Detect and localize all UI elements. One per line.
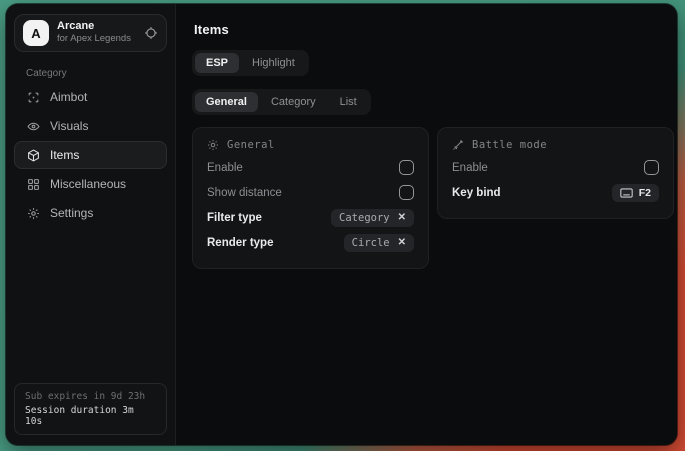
- setting-row-render-type: Render type Circle ✕: [207, 230, 414, 255]
- setting-row-show-distance: Show distance: [207, 180, 414, 205]
- setting-row-key-bind: Key bind F2: [452, 180, 659, 205]
- tab-esp[interactable]: ESP: [195, 53, 239, 73]
- filter-type-select[interactable]: Category ✕: [331, 209, 414, 227]
- session-duration-text: Session duration 3m 10s: [25, 405, 156, 427]
- grid-icon: [27, 178, 40, 191]
- general-panel: General Enable Show distance Filter type…: [192, 127, 429, 269]
- setting-row-enable: Enable: [207, 155, 414, 180]
- sidebar-item-miscellaneous[interactable]: Miscellaneous: [14, 170, 167, 198]
- package-icon: [27, 149, 40, 162]
- battle-enable-checkbox[interactable]: [644, 160, 659, 175]
- close-icon[interactable]: ✕: [398, 212, 406, 223]
- render-type-value: Circle: [352, 237, 390, 249]
- show-distance-checkbox[interactable]: [399, 185, 414, 200]
- battle-mode-panel: Battle mode Enable Key bind: [437, 127, 674, 219]
- target-icon[interactable]: [144, 26, 158, 40]
- render-type-select[interactable]: Circle ✕: [344, 234, 414, 252]
- setting-label: Key bind: [452, 187, 501, 199]
- sidebar-item-aimbot[interactable]: Aimbot: [14, 83, 167, 111]
- subscription-info-card: Sub expires in 9d 23h Session duration 3…: [14, 383, 167, 435]
- filter-type-value: Category: [339, 212, 390, 224]
- app-title: Arcane: [57, 20, 136, 33]
- setting-label: Filter type: [207, 212, 262, 224]
- sun-icon: [207, 139, 219, 151]
- keyboard-icon: [620, 188, 633, 198]
- app-subtitle: for Apex Legends: [57, 33, 136, 45]
- setting-label: Enable: [452, 162, 488, 174]
- sidebar-item-label: Miscellaneous: [50, 177, 126, 191]
- setting-row-filter-type: Filter type Category ✕: [207, 205, 414, 230]
- tab-general[interactable]: General: [195, 92, 258, 112]
- panel-title: General: [227, 139, 275, 151]
- enable-checkbox[interactable]: [399, 160, 414, 175]
- sub-expires-text: Sub expires in 9d 23h: [25, 391, 156, 402]
- key-bind-value: F2: [639, 187, 651, 199]
- sidebar-item-label: Items: [50, 148, 79, 162]
- app-logo: A: [23, 20, 49, 46]
- sword-icon: [452, 139, 464, 151]
- tab-highlight[interactable]: Highlight: [241, 53, 306, 73]
- sidebar-header-card: A Arcane for Apex Legends: [14, 14, 167, 52]
- sidebar-item-items[interactable]: Items: [14, 141, 167, 169]
- category-label: Category: [26, 68, 167, 79]
- general-panel-header: General: [207, 139, 414, 151]
- app-window: A Arcane for Apex Legends Category: [6, 4, 677, 445]
- crosshair-icon: [27, 91, 40, 104]
- sidebar-item-label: Visuals: [50, 119, 88, 133]
- panel-title: Battle mode: [472, 139, 547, 151]
- setting-label: Show distance: [207, 187, 282, 199]
- sidebar-item-settings[interactable]: Settings: [14, 199, 167, 227]
- key-bind-button[interactable]: F2: [612, 184, 659, 202]
- eye-icon: [27, 120, 40, 133]
- sidebar-item-label: Aimbot: [50, 90, 87, 104]
- sidebar-nav: Aimbot Visuals Items: [14, 83, 167, 227]
- main-content: Items ESP Highlight General Category Lis…: [176, 4, 677, 445]
- panels-row: General Enable Show distance Filter type…: [192, 127, 674, 269]
- battle-mode-panel-header: Battle mode: [452, 139, 659, 151]
- page-title: Items: [194, 22, 674, 37]
- setting-label: Enable: [207, 162, 243, 174]
- setting-label: Render type: [207, 237, 273, 249]
- sidebar: A Arcane for Apex Legends Category: [6, 4, 176, 445]
- sidebar-item-visuals[interactable]: Visuals: [14, 112, 167, 140]
- close-icon[interactable]: ✕: [398, 237, 406, 248]
- view-tabbar: General Category List: [192, 89, 371, 115]
- setting-row-enable: Enable: [452, 155, 659, 180]
- gear-icon: [27, 207, 40, 220]
- tab-category[interactable]: Category: [260, 92, 327, 112]
- tab-list[interactable]: List: [329, 92, 368, 112]
- mode-tabbar: ESP Highlight: [192, 50, 309, 76]
- sidebar-item-label: Settings: [50, 206, 93, 220]
